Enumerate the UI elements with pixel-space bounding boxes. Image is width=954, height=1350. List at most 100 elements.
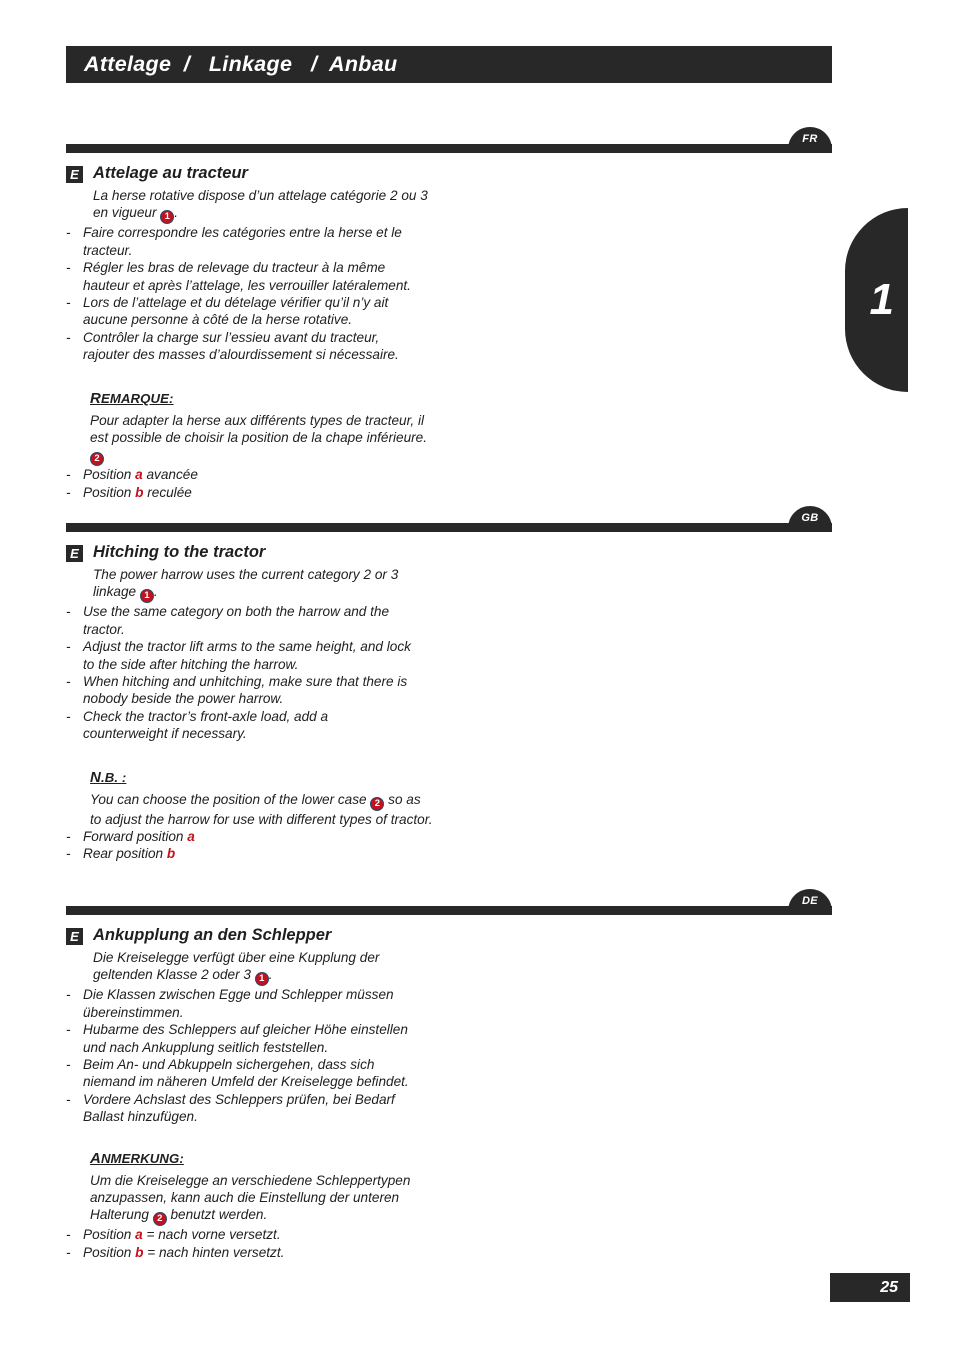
callout-marker-2: 2 bbox=[152, 1212, 167, 1227]
list-item-label: Adjust the tractor lift arms to the same… bbox=[83, 639, 411, 672]
list-item: - Lors de l’attelage et du dételage vérif… bbox=[66, 294, 413, 329]
intro-text-post: . bbox=[268, 967, 273, 983]
section-heading-row: E Hitching to the tractor bbox=[66, 543, 832, 562]
language-section-fr: FR E Attelage au tracteur La herse rotat… bbox=[66, 127, 832, 501]
position-letter: a bbox=[135, 467, 143, 483]
position-letter: b bbox=[166, 846, 176, 862]
dash-icon: - bbox=[66, 260, 71, 276]
section-intro: Die Kreiselegge verfügt über eine Kupplu… bbox=[93, 949, 438, 987]
note-body: Um die Kreiselegge an verschiedene Schle… bbox=[90, 1172, 435, 1227]
list-item-label: Use the same category on both the harrow… bbox=[83, 604, 390, 637]
list-item-label: Régler les bras de relevage du tracteur … bbox=[83, 260, 411, 293]
dash-icon: - bbox=[66, 225, 71, 241]
list-item: - Position a avancée bbox=[66, 466, 413, 483]
dash-icon: - bbox=[66, 987, 71, 1003]
dash-icon: - bbox=[66, 604, 71, 620]
note-body: Pour adapter la herse aux différents typ… bbox=[90, 412, 435, 467]
callout-marker-1: 1 bbox=[254, 972, 269, 987]
list-item-label: Check the tractor’s front-axle load, add… bbox=[83, 708, 329, 742]
intro-text-pre: Die Kreiselegge verfügt über eine Kupplu… bbox=[93, 950, 380, 983]
dash-icon: - bbox=[66, 639, 71, 655]
intro-text-post: . bbox=[174, 205, 179, 221]
page-number: 25 bbox=[880, 1278, 898, 1296]
note-text-pre: You can choose the position of the lower… bbox=[90, 791, 371, 807]
note-heading-colon: : bbox=[179, 1150, 184, 1166]
document-title-bar: Attelage / Linkage / Anbau bbox=[66, 46, 832, 83]
list-item: - Faire correspondre les catégories entre… bbox=[66, 224, 413, 259]
section-bullet-list: - Die Klassen zwischen Egge und Schlepper… bbox=[66, 986, 832, 1125]
list-item: - Contrôler la charge sur l’essieu avant … bbox=[66, 329, 413, 364]
list-item: - Die Klassen zwischen Egge und Schlepper… bbox=[66, 986, 413, 1021]
dash-icon: - bbox=[66, 329, 71, 345]
dash-icon: - bbox=[66, 673, 71, 689]
sub-item-pre: Position bbox=[83, 484, 136, 500]
sub-item-pre: Position bbox=[83, 467, 136, 483]
note-heading: N.B. : bbox=[90, 769, 832, 786]
list-item: - Rear position b bbox=[66, 845, 413, 862]
note-heading-colon: : bbox=[169, 390, 174, 406]
sub-item-pre: Rear position bbox=[83, 846, 167, 862]
section-intro: La herse rotative dispose d’un attelage … bbox=[93, 187, 438, 225]
dash-icon: - bbox=[66, 828, 71, 844]
sub-item-pre: Position bbox=[83, 1227, 136, 1243]
list-item: - Use the same category on both the harro… bbox=[66, 603, 413, 638]
language-code: DE bbox=[801, 895, 819, 907]
list-item-label: Hubarme des Schleppers auf gleicher Höhe… bbox=[83, 1022, 408, 1055]
note-heading-rest: .B. bbox=[100, 769, 122, 785]
note-body: You can choose the position of the lower… bbox=[90, 791, 435, 828]
section-bullet-list: - Use the same category on both the harro… bbox=[66, 603, 832, 742]
section-rule: FR bbox=[66, 127, 832, 153]
sub-item-pre: Position bbox=[83, 1244, 136, 1260]
sub-item-post: avancée bbox=[142, 467, 198, 483]
note-text-post: benutzt werden. bbox=[166, 1207, 268, 1223]
callout-marker-2: 2 bbox=[90, 452, 104, 467]
note-heading-initial: A bbox=[90, 1149, 101, 1167]
list-item: - Régler les bras de relevage du tracteur… bbox=[66, 259, 413, 294]
section-heading: Ankupplung an den Schlepper bbox=[93, 926, 332, 944]
callout-marker-1: 1 bbox=[139, 589, 154, 604]
dash-icon: - bbox=[66, 1091, 71, 1107]
note-heading-initial: R bbox=[90, 389, 101, 407]
language-tag-de: DE bbox=[788, 889, 832, 915]
note-text-pre: Pour adapter la herse aux différents typ… bbox=[90, 412, 428, 445]
list-item: - Check the tractor’s front-axle load, ad… bbox=[66, 708, 413, 743]
list-item-label: Vordere Achslast des Schleppers prüfen, … bbox=[83, 1091, 395, 1125]
language-tag-gb: GB bbox=[788, 506, 832, 532]
section-rule: GB bbox=[66, 506, 832, 532]
list-item-label: Lors de l’attelage et du dételage vérifi… bbox=[83, 294, 389, 328]
list-item-label: Die Klassen zwischen Egge und Schlepper … bbox=[83, 987, 394, 1020]
language-code: GB bbox=[801, 512, 819, 524]
language-code: FR bbox=[802, 133, 818, 145]
callout-marker-1: 1 bbox=[160, 210, 175, 225]
section-heading-row: E Ankupplung an den Schlepper bbox=[66, 926, 832, 945]
callout-marker-2: 2 bbox=[370, 796, 385, 811]
chapter-number: 1 bbox=[869, 275, 894, 324]
dash-icon: - bbox=[66, 484, 71, 500]
section-heading: Hitching to the tractor bbox=[93, 543, 266, 561]
intro-text-pre: La herse rotative dispose d’un attelage … bbox=[93, 188, 428, 221]
section-bullet-list: - Faire correspondre les catégories entre… bbox=[66, 224, 832, 363]
section-badge-icon: E bbox=[66, 166, 83, 183]
list-item: - Hubarme des Schleppers auf gleicher Höh… bbox=[66, 1021, 413, 1056]
sub-item-post: = nach hinten versetzt. bbox=[143, 1244, 285, 1260]
page-title: Attelage / Linkage / Anbau bbox=[84, 52, 398, 76]
dash-icon: - bbox=[66, 846, 71, 862]
list-item: - Vordere Achslast des Schleppers prüfen,… bbox=[66, 1091, 413, 1126]
note-heading-rest: EMARQUE bbox=[100, 390, 170, 406]
dash-icon: - bbox=[66, 467, 71, 483]
section-sub-bullet-list: - Position a avancée - Position b reculée bbox=[66, 466, 832, 501]
list-item: - Position b = nach hinten versetzt. bbox=[66, 1244, 413, 1261]
section-badge-icon: E bbox=[66, 928, 83, 945]
chapter-tab: 1 bbox=[845, 208, 908, 392]
list-item: - Position b reculée bbox=[66, 484, 413, 501]
section-sub-bullet-list: - Position a = nach vorne versetzt. - Posi… bbox=[66, 1226, 832, 1261]
dash-icon: - bbox=[66, 1244, 71, 1260]
sub-item-post: = nach vorne versetzt. bbox=[142, 1227, 281, 1243]
list-item-label: When hitching and unhitching, make sure … bbox=[83, 673, 408, 707]
note-heading: ANMERKUNG: bbox=[90, 1150, 832, 1167]
dash-icon: - bbox=[66, 1056, 71, 1072]
list-item: - When hitching and unhitching, make sure… bbox=[66, 673, 413, 708]
list-item: - Adjust the tractor lift arms to the sam… bbox=[66, 638, 413, 673]
list-item: - Beim An- und Abkuppeln sichergehen, das… bbox=[66, 1056, 413, 1091]
dash-icon: - bbox=[66, 294, 71, 310]
